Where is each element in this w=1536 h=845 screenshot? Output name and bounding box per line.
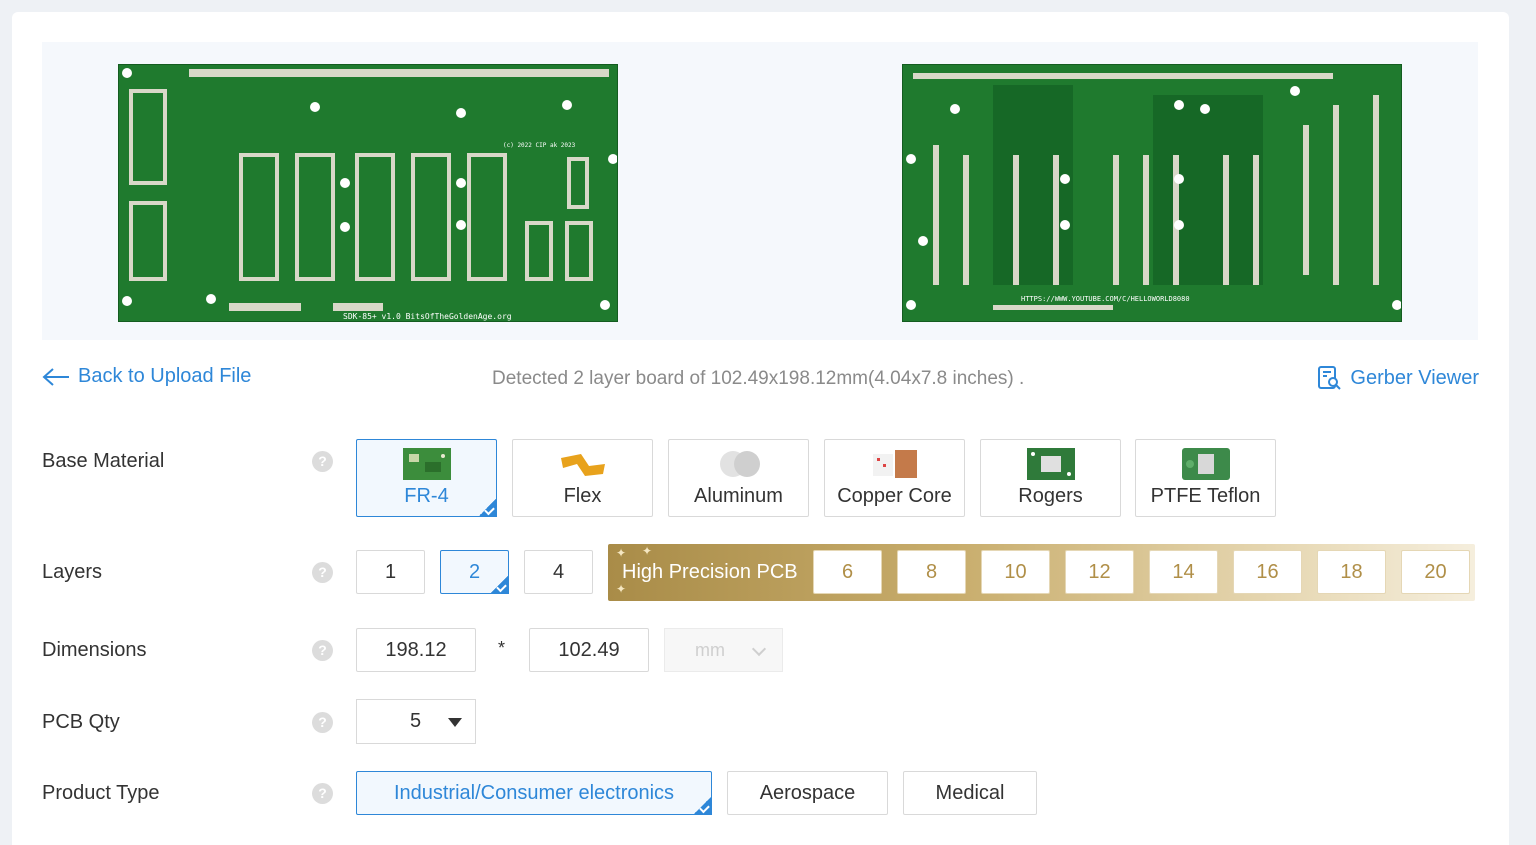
info-row: Back to Upload File Detected 2 layer boa… <box>42 365 1479 395</box>
layer-option-12[interactable]: 12 <box>1065 550 1134 594</box>
top-silkscreen-text: SDK-85+ v1.0 BitsOfTheGoldenAge.org <box>343 312 512 321</box>
layer-option-2[interactable]: 2 <box>440 550 509 594</box>
dimension-length-input[interactable]: 198.12 <box>356 628 476 672</box>
dimension-unit-select[interactable]: mm <box>664 628 783 672</box>
layer-option-1[interactable]: 1 <box>356 550 425 594</box>
product-type-medical[interactable]: Medical <box>903 771 1037 815</box>
dimension-width-input[interactable]: 102.49 <box>529 628 649 672</box>
selected-check-icon <box>692 797 712 815</box>
detected-board-text: Detected 2 layer board of 102.49x198.12m… <box>492 368 1025 389</box>
product-type-aerospace[interactable]: Aerospace <box>727 771 888 815</box>
help-icon[interactable]: ? <box>312 783 333 804</box>
layer-option-18[interactable]: 18 <box>1317 550 1386 594</box>
layer-option-6[interactable]: 6 <box>813 550 882 594</box>
ptfe-teflon-board-icon <box>1181 448 1230 480</box>
sparkle-icon: ✦ <box>616 546 627 560</box>
material-option-ptfe-teflon[interactable]: PTFE Teflon <box>1135 439 1276 517</box>
material-option-label: FR-4 <box>404 485 449 507</box>
material-option-label: Aluminum <box>694 485 783 507</box>
material-option-aluminum[interactable]: Aluminum <box>668 439 809 517</box>
pcb-bottom-layer-image: HTTPS://WWW.YOUTUBE.COM/C/HELLOWORLD8080 <box>902 64 1402 322</box>
product-type-label: Product Type <box>42 782 160 804</box>
material-option-label: Copper Core <box>837 485 952 507</box>
sparkle-icon: ✦ <box>642 544 653 558</box>
top-copyright-text: (c) 2022 CIP ak 2023 <box>503 142 576 149</box>
arrow-left-icon <box>42 367 69 386</box>
material-option-label: PTFE Teflon <box>1150 485 1261 507</box>
pcb-qty-label: PCB Qty <box>42 711 120 733</box>
help-icon[interactable]: ? <box>312 640 333 661</box>
product-type-label-text: Industrial/Consumer electronics <box>393 782 675 804</box>
material-option-label: Flex <box>563 485 602 507</box>
pcb-qty-select[interactable]: 5 <box>356 699 476 744</box>
material-option-rogers[interactable]: Rogers <box>980 439 1121 517</box>
gerber-viewer-label: Gerber Viewer <box>1350 366 1479 389</box>
help-icon[interactable]: ? <box>312 451 333 472</box>
selected-check-icon <box>477 499 497 517</box>
back-link-label: Back to Upload File <box>78 365 252 387</box>
caret-down-icon <box>448 718 462 727</box>
selected-check-icon <box>489 576 509 594</box>
aluminum-board-icon <box>719 451 760 477</box>
fr4-board-icon <box>402 448 451 480</box>
unit-value: mm <box>695 640 725 660</box>
layer-option-4[interactable]: 4 <box>524 550 593 594</box>
layers-label: Layers <box>42 561 103 583</box>
pcb-qty-value: 5 <box>410 710 422 732</box>
product-type-industrial[interactable]: Industrial/Consumer electronics <box>356 771 712 815</box>
layer-option-10[interactable]: 10 <box>981 550 1050 594</box>
layer-option-8[interactable]: 8 <box>897 550 966 594</box>
document-search-icon <box>1318 366 1342 390</box>
pcb-top-layer-image: SDK-85+ v1.0 BitsOfTheGoldenAge.org (c) … <box>118 64 618 322</box>
material-option-label: Rogers <box>1018 485 1083 507</box>
help-icon[interactable]: ? <box>312 712 333 733</box>
back-to-upload-link[interactable]: Back to Upload File <box>42 365 251 388</box>
bottom-silkscreen-text: HTTPS://WWW.YOUTUBE.COM/C/HELLOWORLD8080 <box>1021 295 1190 303</box>
layer-option-16[interactable]: 16 <box>1233 550 1302 594</box>
dimensions-label: Dimensions <box>42 639 147 661</box>
sparkle-icon: ✦ <box>616 582 627 596</box>
gerber-viewer-link[interactable]: Gerber Viewer <box>1316 365 1479 391</box>
material-option-fr4[interactable]: FR-4 <box>356 439 497 517</box>
material-option-copper-core[interactable]: Copper Core <box>824 439 965 517</box>
help-icon[interactable]: ? <box>312 562 333 583</box>
rogers-board-icon <box>1026 448 1075 480</box>
high-precision-pcb-panel: ✦ ✦ ✦ High Precision PCB 6 8 10 12 14 16… <box>608 544 1475 601</box>
material-option-flex[interactable]: Flex <box>512 439 653 517</box>
layer-option-20[interactable]: 20 <box>1401 550 1470 594</box>
flex-cable-icon <box>560 454 605 476</box>
base-material-label: Base Material <box>42 450 165 472</box>
chevron-down-icon <box>751 641 767 657</box>
layer-option-label: 2 <box>468 561 481 583</box>
dimension-separator: * <box>498 638 506 658</box>
high-precision-title: High Precision PCB <box>622 561 798 583</box>
layer-option-14[interactable]: 14 <box>1149 550 1218 594</box>
copper-core-board-icon <box>872 450 917 478</box>
